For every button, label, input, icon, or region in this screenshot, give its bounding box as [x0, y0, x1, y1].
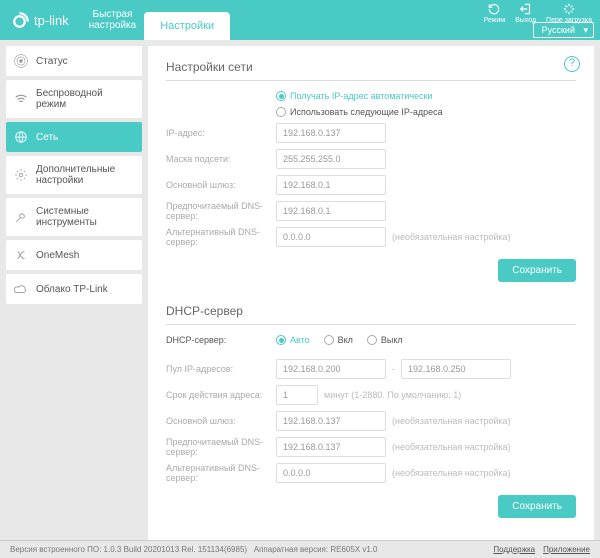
optional-note: (необязательная настройка)	[392, 442, 511, 452]
optional-note: (необязательная настройка)	[392, 468, 511, 478]
pool-end-input[interactable]	[401, 359, 511, 379]
section-dhcp-title: DHCP-сервер	[166, 304, 576, 325]
network-icon	[14, 130, 28, 144]
cloud-icon	[14, 282, 28, 296]
brand-text: tp-link	[34, 13, 69, 28]
dhcp-dns1-input[interactable]	[276, 437, 386, 457]
tools-icon	[14, 210, 28, 224]
gateway-input[interactable]	[276, 175, 386, 195]
gear-icon	[14, 168, 28, 182]
logo: tp-link	[0, 11, 81, 29]
gateway-label: Основной шлюз:	[166, 180, 276, 190]
dns1-input[interactable]	[276, 201, 386, 221]
radio-dhcp-auto[interactable]: Авто	[276, 335, 310, 345]
dhcp-gw-label: Основной шлюз:	[166, 416, 276, 426]
pool-start-input[interactable]	[276, 359, 386, 379]
save-dhcp-button[interactable]: Сохранить	[498, 495, 576, 518]
reload-icon	[562, 2, 576, 16]
tplink-logo-icon	[12, 11, 30, 29]
app-link[interactable]: Приложение	[543, 545, 590, 554]
sidebar-item-onemesh[interactable]: OneMesh	[6, 240, 142, 270]
radio-dhcp-off[interactable]: Выкл	[367, 335, 403, 345]
tab-settings[interactable]: Настройки	[144, 12, 230, 40]
radio-dhcp-on[interactable]: Вкл	[324, 335, 353, 345]
lease-label: Срок действия адреса:	[166, 390, 276, 400]
wifi-icon	[14, 92, 28, 106]
footer: Версия встроенного ПО: 1.0.3 Build 20201…	[0, 540, 600, 558]
dns1-label: Предпочитаемый DNS-сервер:	[166, 201, 276, 221]
dhcp-dns2-input[interactable]	[276, 463, 386, 483]
sidebar-item-cloud[interactable]: Облако TP-Link	[6, 274, 142, 304]
dhcp-server-label: DHCP-сервер:	[166, 335, 276, 345]
dhcp-gw-input[interactable]	[276, 411, 386, 431]
sidebar: Статус Беспроводной режим Сеть Дополните…	[0, 40, 148, 540]
save-network-button[interactable]: Сохранить	[498, 259, 576, 282]
sidebar-item-system[interactable]: Системные инструменты	[6, 198, 142, 236]
header-tools: Режим Выход Пере загрузка	[484, 2, 593, 24]
radio-ip-static[interactable]: Использовать следующие IP-адреса	[276, 107, 443, 117]
optional-note: (необязательная настройка)	[392, 416, 511, 426]
ip-input[interactable]	[276, 123, 386, 143]
onemesh-icon	[14, 248, 28, 262]
mask-label: Маска подсети:	[166, 154, 276, 164]
quick-setup-link[interactable]: Быстрая настройка	[89, 9, 137, 31]
sidebar-item-advanced[interactable]: Дополнительные настройки	[6, 156, 142, 194]
mode-icon	[487, 2, 501, 16]
main-content[interactable]: ? Настройки сети Получать IP-адрес автом…	[148, 46, 594, 540]
sidebar-item-wireless[interactable]: Беспроводной режим	[6, 80, 142, 118]
tabs: Настройки	[144, 0, 230, 40]
language-select[interactable]: Русский	[533, 22, 594, 38]
sidebar-item-status[interactable]: Статус	[6, 46, 142, 76]
mask-input[interactable]	[276, 149, 386, 169]
support-link[interactable]: Поддержка	[493, 545, 535, 554]
optional-note: (необязательная настройка)	[392, 232, 511, 242]
sidebar-item-network[interactable]: Сеть	[6, 122, 142, 152]
mode-button[interactable]: Режим	[484, 2, 506, 24]
lease-note: минут (1-2880. По умолчанию: 1)	[324, 390, 461, 400]
header: tp-link Быстрая настройка Настройки Режи…	[0, 0, 600, 40]
help-button[interactable]: ?	[564, 56, 580, 72]
ip-label: IP-адрес:	[166, 128, 276, 138]
dhcp-dns1-label: Предпочитаемый DNS-сервер:	[166, 437, 276, 457]
radio-ip-auto[interactable]: Получать IP-адрес автоматически	[276, 91, 433, 101]
logout-icon	[519, 2, 533, 16]
hw-version: Аппаратная версия: RE605X v1.0	[254, 545, 378, 554]
dns2-label: Альтернативный DNS-сервер:	[166, 227, 276, 247]
dhcp-dns2-label: Альтернативный DNS-сервер:	[166, 463, 276, 483]
pool-label: Пул IP-адресов:	[166, 364, 276, 374]
reload-button[interactable]: Пере загрузка	[546, 2, 592, 24]
lease-input[interactable]	[276, 385, 318, 405]
logout-button[interactable]: Выход	[515, 2, 536, 24]
section-network-title: Настройки сети	[166, 60, 576, 81]
dns2-input[interactable]	[276, 227, 386, 247]
status-icon	[14, 54, 28, 68]
fw-version: Версия встроенного ПО: 1.0.3 Build 20201…	[10, 545, 247, 554]
